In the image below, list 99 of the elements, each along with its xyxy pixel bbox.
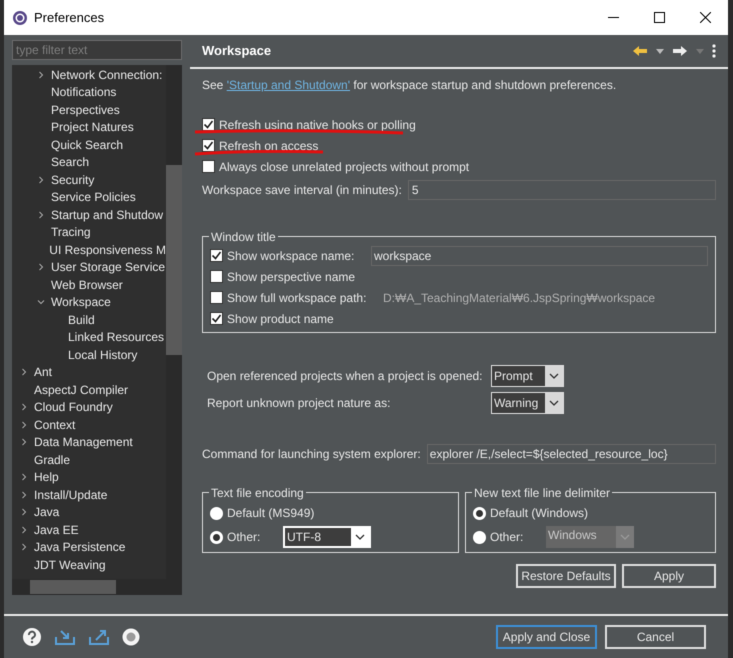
chevron-right-icon[interactable] — [37, 176, 45, 184]
tree-item[interactable]: AspectJ Compiler — [12, 381, 166, 398]
tree-item[interactable]: Linked Resources — [12, 328, 166, 346]
tree-item[interactable]: Build — [12, 311, 166, 328]
tree-item[interactable]: Perspectives — [12, 101, 166, 118]
checkbox[interactable] — [210, 270, 223, 283]
intro-text: See 'Startup and Shutdown' for workspace startup and shutdown preferences. — [202, 77, 618, 92]
chevron-right-icon[interactable] — [37, 210, 45, 219]
caret-icon — [549, 373, 559, 379]
caret-icon — [620, 534, 630, 540]
checkbox[interactable] — [202, 139, 215, 152]
chevron-right-icon[interactable] — [20, 490, 28, 499]
chevron-down-icon[interactable] — [37, 298, 45, 306]
tree-item[interactable]: Java Persistence — [12, 538, 166, 556]
tree-item[interactable]: Local History — [12, 346, 166, 364]
close-icon — [700, 12, 710, 23]
chevron-right-icon[interactable] — [20, 403, 28, 412]
tree-item[interactable]: Ant — [12, 364, 166, 381]
tree-item[interactable]: Cloud Foundry — [12, 398, 166, 416]
select-label: Report unknown project nature as: — [207, 395, 392, 412]
dropdown[interactable]: UTF-8 — [283, 526, 371, 548]
checkbox[interactable] — [210, 249, 223, 262]
tree-item[interactable]: Gradle — [12, 451, 166, 468]
radio-button[interactable] — [473, 506, 486, 520]
chevron-right-icon[interactable] — [37, 263, 45, 272]
dropdown[interactable]: Prompt — [491, 365, 564, 387]
command-field[interactable]: explorer /E,/select=${selected_resource_loc} — [426, 444, 716, 464]
field-label: Command for launching system explorer: — [202, 446, 421, 463]
radio-label: Other: — [490, 529, 524, 546]
chevron-right-icon[interactable] — [20, 420, 28, 429]
more-icon[interactable] — [712, 44, 716, 58]
apply-button[interactable]: Apply — [622, 564, 716, 588]
workspace-name-field[interactable]: workspace — [371, 246, 708, 266]
checkbox-label: Show full workspace path: — [227, 290, 368, 306]
minimize-icon — [608, 17, 618, 18]
vertical-scrollbar[interactable] — [166, 65, 182, 595]
tree-item[interactable]: Data Management — [12, 434, 166, 451]
checkbox[interactable] — [202, 118, 215, 131]
tree-item[interactable]: Java EE — [12, 521, 166, 538]
chevron-right-icon[interactable] — [20, 508, 28, 516]
chevron-right-icon[interactable] — [37, 70, 45, 79]
checkbox[interactable] — [210, 291, 223, 304]
radio-button[interactable] — [210, 506, 223, 520]
tree-item[interactable]: Help — [12, 468, 166, 486]
radio-label: Other: — [227, 529, 262, 546]
window-title: Preferences — [34, 8, 104, 27]
help-icon[interactable] — [22, 627, 42, 647]
tree-item[interactable]: JDT Weaving — [12, 556, 166, 574]
record-icon[interactable] — [122, 628, 140, 646]
tree-item[interactable]: Context — [12, 416, 166, 434]
tree-item[interactable]: Service Policies — [12, 188, 166, 206]
tree-item[interactable]: Workspace — [12, 294, 166, 311]
back-arrow-icon[interactable] — [632, 45, 648, 57]
radio-label: Default (MS949) — [227, 505, 314, 522]
dropdown-icon[interactable] — [656, 48, 664, 54]
restore-defaults-button[interactable]: Restore Defaults — [516, 564, 616, 588]
tree-item[interactable]: Install/Update — [12, 486, 166, 504]
checkbox-label: Always close unrelated projects without prompt — [219, 158, 470, 176]
tree-item[interactable]: Tracing — [12, 224, 166, 241]
export-icon[interactable] — [88, 628, 110, 646]
chevron-right-icon[interactable] — [20, 368, 28, 376]
radio-label: Default (Windows) — [490, 505, 588, 522]
cancel-button[interactable]: Cancel — [605, 625, 706, 649]
tree-item[interactable]: Startup and Shutdow — [12, 206, 166, 224]
save-interval-field[interactable]: 5 — [408, 180, 716, 200]
tree-item[interactable]: Web Browser — [12, 276, 166, 294]
checkbox[interactable] — [202, 160, 215, 173]
workspace-path: D:₩A_TeachingMaterial₩6.JspSpring₩workspace — [383, 290, 656, 306]
tree-item[interactable]: Security — [12, 171, 166, 188]
filter-field[interactable]: type filter text — [12, 40, 182, 60]
field-label: Workspace save interval (in minutes): — [202, 182, 402, 199]
forward-arrow-icon[interactable] — [672, 45, 688, 57]
select-label: Open referenced projects when a project is opened: — [207, 368, 484, 385]
tree-item[interactable]: Notifications — [12, 84, 166, 101]
chevron-right-icon[interactable] — [20, 526, 28, 534]
tree-item[interactable]: User Storage Service — [12, 258, 166, 276]
radio-button[interactable] — [210, 530, 223, 544]
maximize-icon — [654, 12, 664, 23]
tree-item[interactable]: Network Connection: — [12, 66, 166, 84]
apply-and-close-button[interactable]: Apply and Close — [496, 625, 597, 649]
tree-item[interactable]: Java — [12, 504, 166, 521]
checkbox-label: Refresh on access — [219, 138, 318, 154]
import-icon[interactable] — [54, 628, 76, 646]
tree-item[interactable]: Search — [12, 154, 166, 171]
tree-item[interactable]: UI Responsiveness M — [12, 241, 166, 258]
chevron-right-icon[interactable] — [20, 438, 28, 446]
caret-icon — [549, 400, 559, 406]
caret-icon — [355, 534, 365, 540]
tree-item[interactable]: Quick Search — [12, 136, 166, 154]
checkbox-label: Show perspective name — [227, 268, 356, 286]
chevron-right-icon[interactable] — [20, 473, 28, 482]
horizontal-scrollbar[interactable] — [12, 579, 166, 595]
chevron-right-icon[interactable] — [20, 543, 28, 552]
checkbox-label: Show product name — [227, 310, 334, 328]
tree-item[interactable]: Project Natures — [12, 118, 166, 136]
checkbox-label: Show workspace name: — [227, 248, 356, 264]
checkbox[interactable] — [210, 312, 223, 325]
page-title: Workspace — [202, 42, 272, 60]
dropdown[interactable]: Warning — [491, 392, 564, 414]
